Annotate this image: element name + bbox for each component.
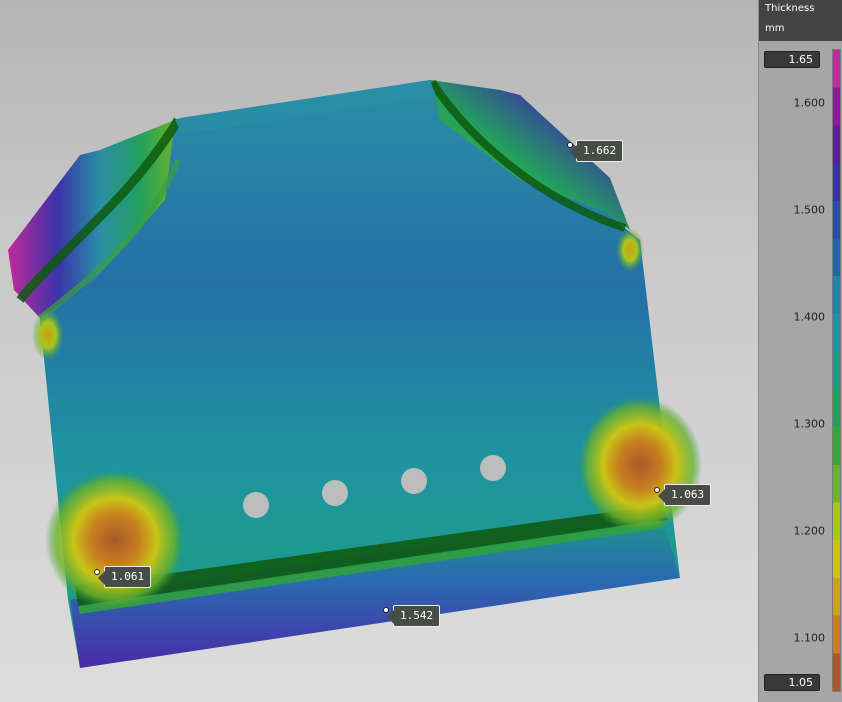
legend-max-input[interactable]: 1.65 (764, 51, 820, 68)
legend-tick-label: 1.500 (793, 203, 826, 217)
legend-tick-label: 1.400 (793, 310, 826, 324)
probe-label-3[interactable]: 1.061 (97, 566, 152, 588)
probe-label-4[interactable]: 1.542 (386, 605, 441, 627)
thickness-map-part[interactable] (0, 0, 758, 702)
hole (322, 480, 348, 506)
legend-header: Thickness mm (759, 0, 842, 41)
hole (401, 468, 427, 494)
legend-unit: mm (765, 23, 785, 34)
thin-region-left (32, 309, 64, 361)
thin-region-right (578, 397, 702, 533)
legend-tick-label: 1.100 (793, 631, 826, 645)
legend-min-input[interactable]: 1.05 (764, 674, 820, 691)
probe-label-1[interactable]: 1.662 (569, 140, 624, 162)
hole (243, 492, 269, 518)
legend-tick-label: 1.600 (793, 96, 826, 110)
thin-region-bottom-left (45, 470, 185, 610)
thin-region-upper-right (616, 228, 644, 272)
legend-tick-label: 1.300 (793, 417, 826, 431)
legend-title: Thickness (765, 3, 815, 14)
3d-viewport[interactable]: 1.662 1.063 1.061 1.542 (0, 0, 758, 702)
hole (480, 455, 506, 481)
probe-label-2[interactable]: 1.063 (657, 484, 712, 506)
legend-tick-label: 1.200 (793, 524, 826, 538)
legend-color-bar (832, 49, 841, 692)
color-legend-panel: Thickness mm 1.65 1.600 1.500 1.400 1.300 1.… (758, 0, 842, 702)
